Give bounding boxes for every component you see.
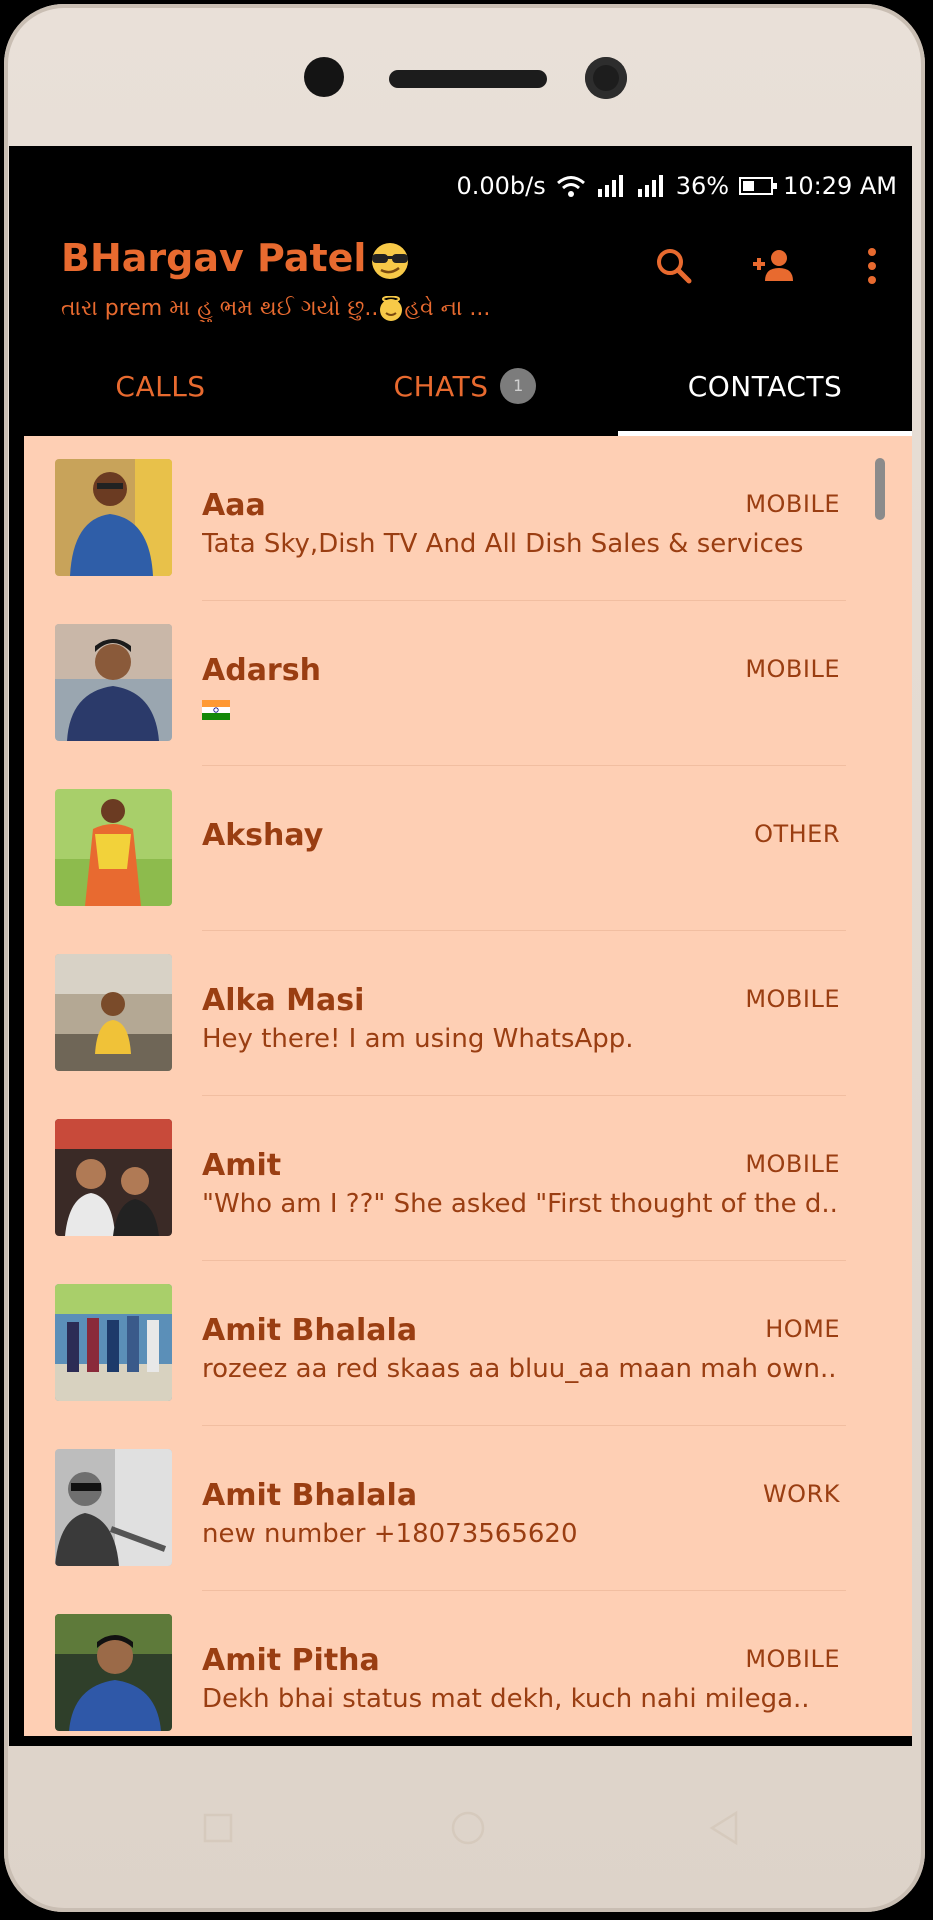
avatar[interactable] bbox=[55, 1449, 172, 1566]
contact-name: Amit Bhalala bbox=[202, 1313, 418, 1348]
contact-name: Akshay bbox=[202, 818, 324, 853]
sunglasses-emoji-icon bbox=[372, 242, 409, 279]
add-contact-icon[interactable] bbox=[749, 241, 799, 291]
phone-frame: 0.00b/s 36% 10:29 AM BHargav Patel તારા … bbox=[4, 4, 925, 1912]
wifi-icon bbox=[556, 176, 585, 197]
contact-status bbox=[202, 694, 842, 724]
contact-status: Hey there! I am using WhatsApp. bbox=[202, 1024, 634, 1054]
contact-phone-type: MOBILE bbox=[745, 1150, 840, 1178]
tab-chats-label: CHATS bbox=[393, 369, 489, 403]
more-vert-icon[interactable] bbox=[847, 241, 897, 291]
tab-contacts[interactable]: CONTACTS bbox=[618, 336, 912, 436]
sensor-icon bbox=[304, 57, 344, 97]
contact-phone-type: HOME bbox=[765, 1315, 840, 1343]
signal-icon-2 bbox=[637, 175, 663, 197]
angel-emoji-icon bbox=[380, 296, 403, 321]
profile-title[interactable]: BHargav Patel bbox=[61, 236, 412, 281]
contact-row[interactable]: Adarsh MOBILE bbox=[24, 601, 912, 766]
unread-badge: 1 bbox=[500, 368, 537, 404]
front-camera-icon bbox=[585, 57, 627, 99]
search-icon[interactable] bbox=[649, 241, 699, 291]
contact-name: Aaa bbox=[202, 488, 266, 523]
tab-calls-label: CALLS bbox=[115, 369, 206, 403]
contact-row[interactable]: Alka Masi MOBILE Hey there! I am using W… bbox=[24, 931, 912, 1096]
profile-name: BHargav Patel bbox=[61, 236, 367, 280]
contact-status: Tata Sky,Dish TV And All Dish Sales & se… bbox=[202, 529, 804, 559]
tab-bar: CALLS CHATS 1 CONTACTS bbox=[9, 336, 912, 436]
contact-name: Amit bbox=[202, 1148, 282, 1183]
earpiece-speaker bbox=[389, 70, 547, 88]
contact-name: Amit Pitha bbox=[202, 1643, 380, 1678]
contact-status: Dekh bhai status mat dekh, kuch nahi mil… bbox=[202, 1684, 810, 1714]
contact-phone-type: MOBILE bbox=[745, 985, 840, 1013]
app-bar: BHargav Patel તારા prem મા હુ ભમ થઈ ગયો … bbox=[9, 201, 912, 336]
india-flag-icon bbox=[202, 699, 230, 720]
profile-status-tail: હવે ના ... bbox=[404, 296, 491, 321]
contact-status: new number +18073565620 bbox=[202, 1519, 578, 1549]
contact-list[interactable]: Aaa MOBILE Tata Sky,Dish TV And All Dish… bbox=[24, 436, 912, 1736]
contact-phone-type: WORK bbox=[762, 1480, 840, 1508]
avatar[interactable] bbox=[55, 459, 172, 576]
contact-row[interactable]: Akshay OTHER bbox=[24, 766, 912, 931]
top-bezel bbox=[4, 4, 925, 146]
contact-row[interactable]: Amit Bhalala HOME rozeez aa red skaas aa… bbox=[24, 1261, 912, 1426]
avatar[interactable] bbox=[55, 1284, 172, 1401]
home-circle-icon[interactable] bbox=[438, 1798, 498, 1858]
contact-name: Adarsh bbox=[202, 653, 321, 688]
contact-row[interactable]: Amit Bhalala WORK new number +1807356562… bbox=[24, 1426, 912, 1591]
contact-status: rozeez aa red skaas aa bluu_aa maan mah … bbox=[202, 1354, 837, 1384]
contact-phone-type: MOBILE bbox=[745, 1645, 840, 1673]
battery-percent: 36% bbox=[675, 172, 730, 200]
contact-phone-type: OTHER bbox=[754, 820, 840, 848]
contact-name: Amit Bhalala bbox=[202, 1478, 418, 1513]
avatar[interactable] bbox=[55, 1614, 172, 1731]
tab-calls[interactable]: CALLS bbox=[9, 336, 312, 436]
avatar[interactable] bbox=[55, 1119, 172, 1236]
avatar[interactable] bbox=[55, 789, 172, 906]
contact-row[interactable]: Aaa MOBILE Tata Sky,Dish TV And All Dish… bbox=[24, 436, 912, 601]
avatar[interactable] bbox=[55, 624, 172, 741]
signal-icon-1 bbox=[597, 175, 623, 197]
contact-row[interactable]: Amit Pitha MOBILE Dekh bhai status mat d… bbox=[24, 1591, 912, 1736]
tab-contacts-label: CONTACTS bbox=[687, 369, 843, 403]
profile-status: તારા prem મા હુ ભમ થઈ ગયો છુ.. હવે ના ... bbox=[61, 296, 581, 322]
screen: 0.00b/s 36% 10:29 AM BHargav Patel તારા … bbox=[9, 146, 912, 1746]
recents-square-icon[interactable] bbox=[188, 1798, 248, 1858]
avatar[interactable] bbox=[55, 954, 172, 1071]
tab-chats[interactable]: CHATS 1 bbox=[312, 336, 618, 436]
contact-status: "Who am I ??" She asked "First thought o… bbox=[202, 1189, 838, 1219]
contact-name: Alka Masi bbox=[202, 983, 365, 1018]
contact-row[interactable]: Amit MOBILE "Who am I ??" She asked "Fir… bbox=[24, 1096, 912, 1261]
clock: 10:29 AM bbox=[783, 172, 897, 200]
contact-phone-type: MOBILE bbox=[745, 655, 840, 683]
battery-icon bbox=[739, 177, 778, 195]
status-bar: 0.00b/s 36% 10:29 AM bbox=[9, 146, 912, 201]
profile-status-text: તારા prem મા હુ ભમ થઈ ગયો છુ.. bbox=[61, 296, 379, 321]
contact-phone-type: MOBILE bbox=[745, 490, 840, 518]
network-speed: 0.00b/s bbox=[456, 172, 546, 200]
back-triangle-icon[interactable] bbox=[694, 1798, 754, 1858]
navigation-bar bbox=[4, 1746, 925, 1912]
